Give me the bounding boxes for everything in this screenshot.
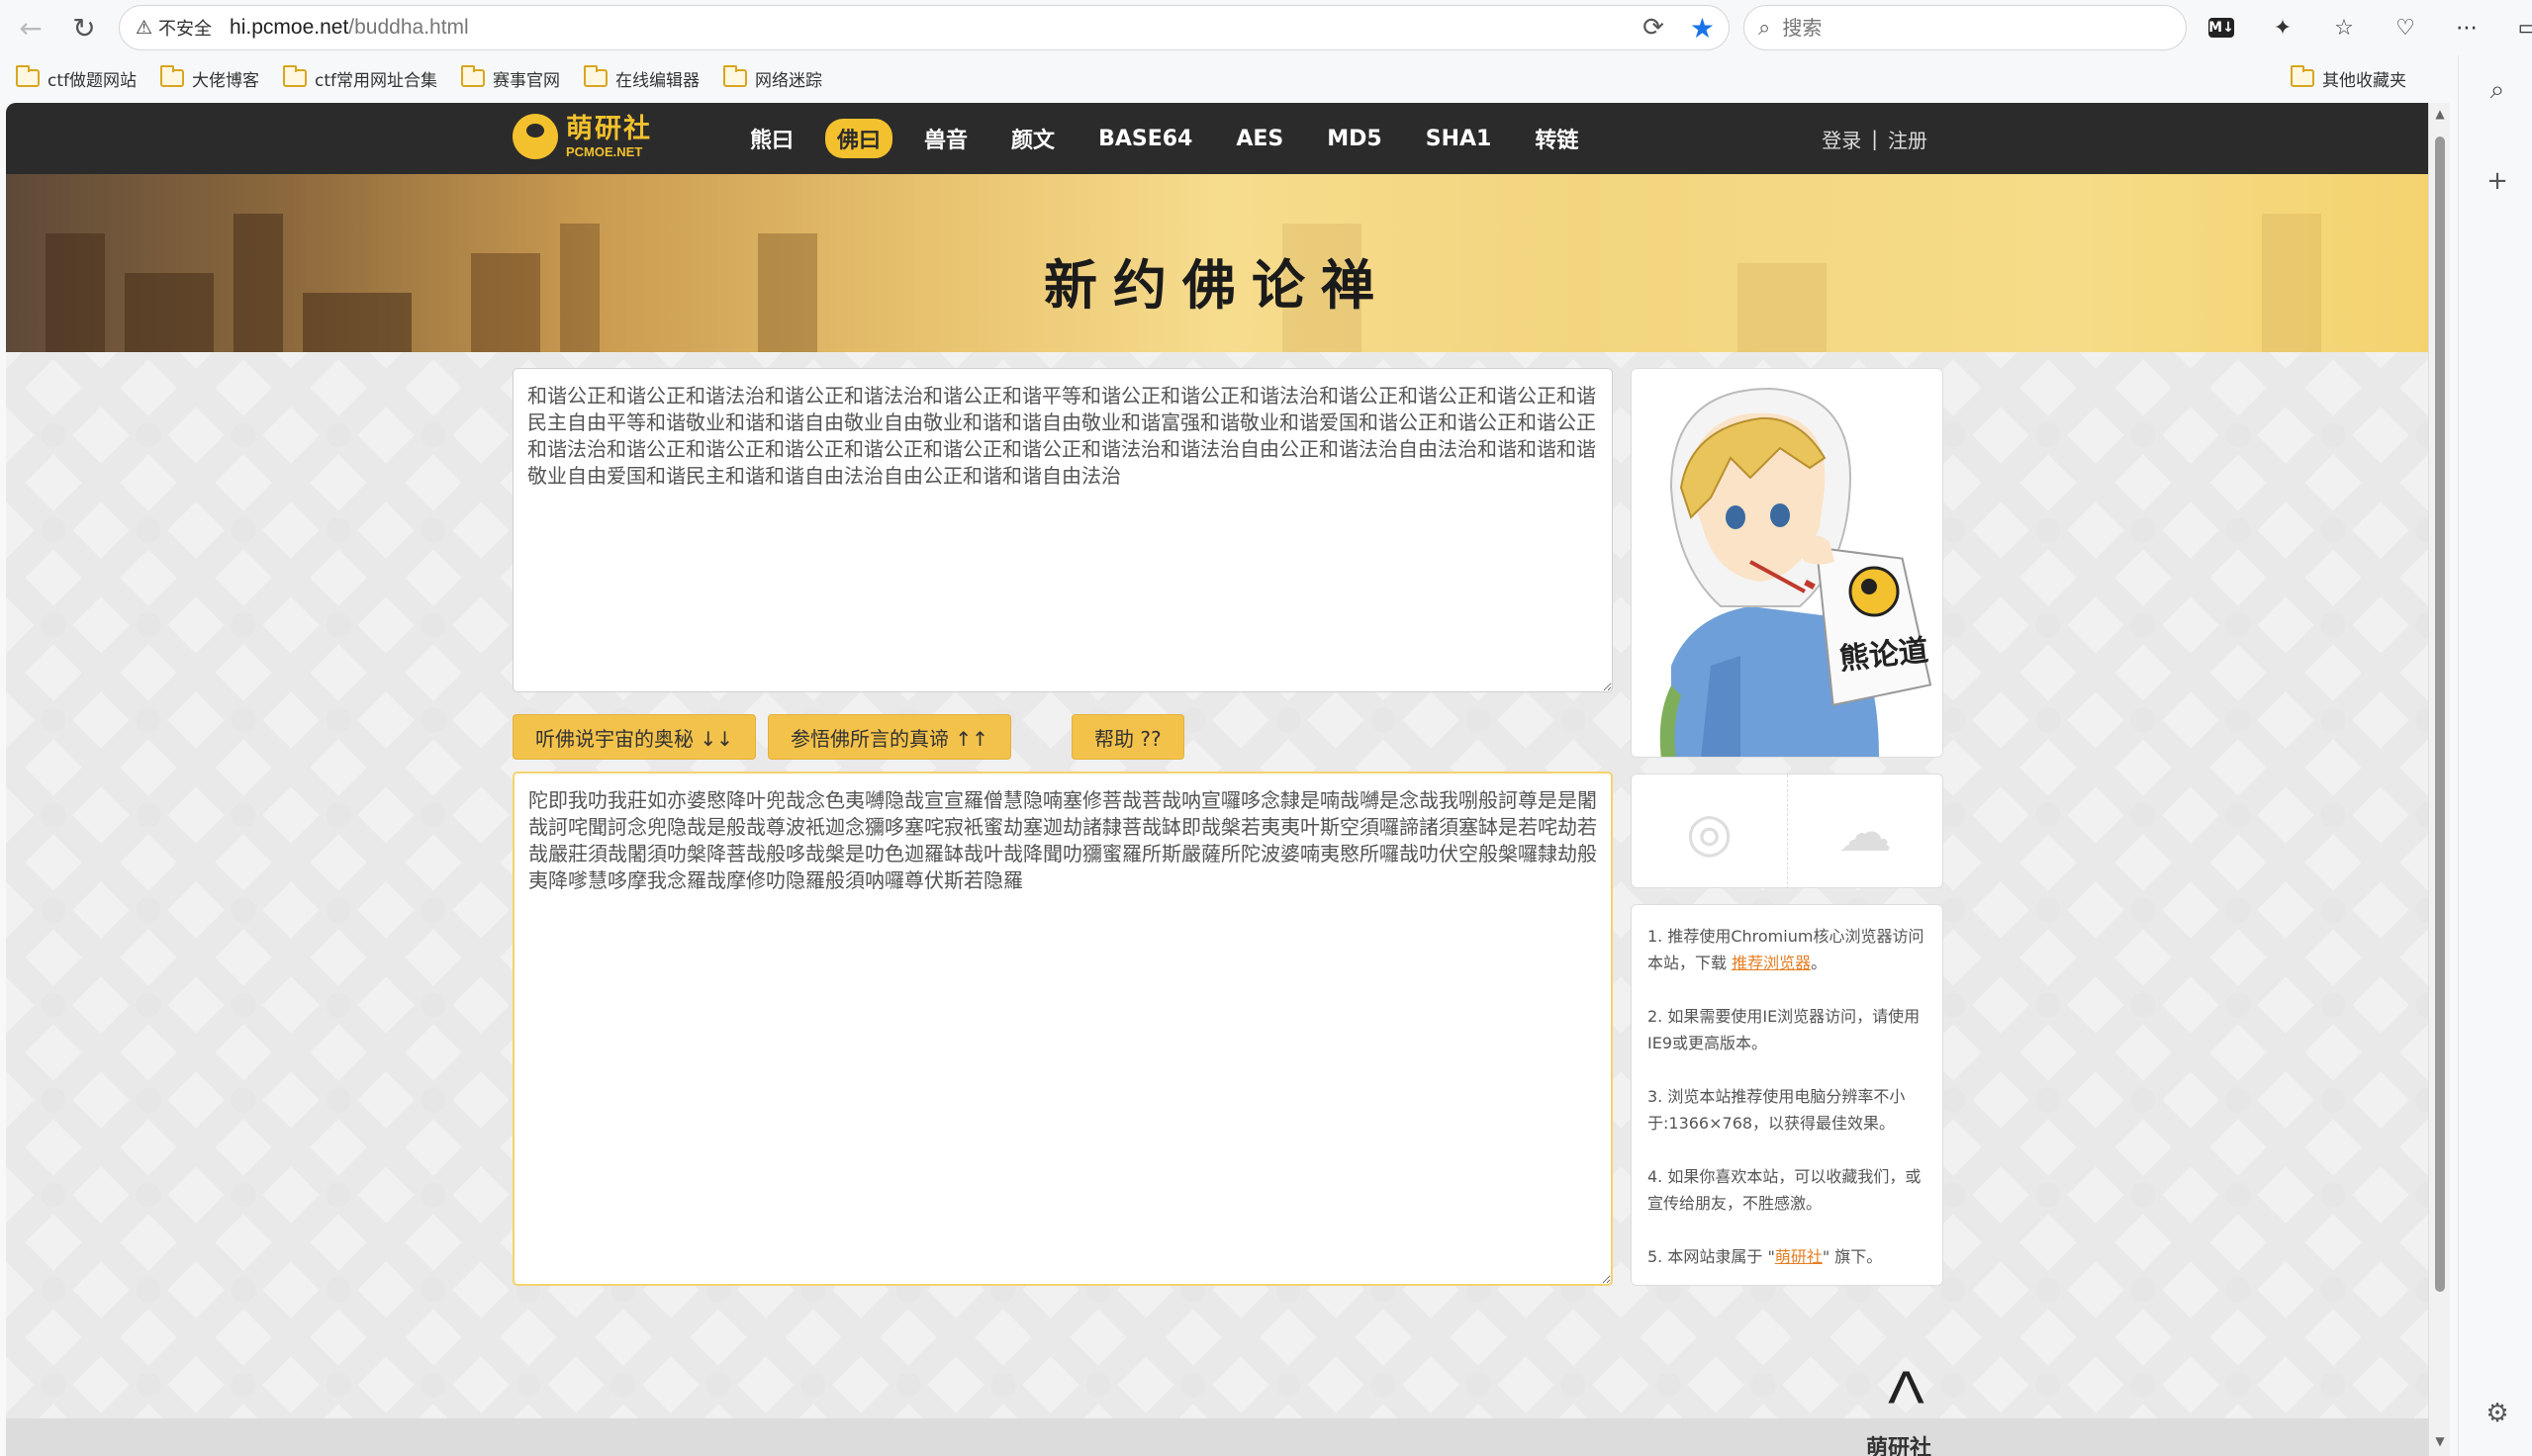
url-host: hi.pcmoe.net xyxy=(230,16,349,39)
folder-icon xyxy=(723,65,747,87)
bookmark-label: ctf常用网址合集 xyxy=(315,70,437,91)
search-icon: ⌕ xyxy=(1758,15,1771,41)
folder-icon xyxy=(283,65,307,87)
bookmark-folder[interactable]: 赛事官网 xyxy=(461,58,560,98)
translate-icon[interactable]: ⟳ xyxy=(1642,13,1664,43)
add-icon[interactable]: + xyxy=(2481,166,2514,196)
recommended-browser-link[interactable]: 推荐浏览器 xyxy=(1732,954,1811,972)
puzzle-icon[interactable]: ✦ xyxy=(2263,8,2302,47)
tip-item: 5. 本网站隶属于 "萌研社" 旗下。 xyxy=(1647,1247,1883,1266)
scroll-down-icon[interactable]: ▼ xyxy=(2432,1434,2448,1448)
decode-button[interactable]: 听佛说宇宙的奥秘 ↓↓ xyxy=(513,714,756,760)
browser-search-input[interactable] xyxy=(1782,16,2159,40)
nav-xiongyue[interactable]: 熊曰 xyxy=(738,119,805,158)
browser-search-box[interactable]: ⌕ xyxy=(1743,5,2187,50)
extension-area: M↓ ✦ ☆ ♡ ⋯ ▭ xyxy=(2202,8,2532,47)
bookmark-label: 其他收藏夹 xyxy=(2322,70,2406,91)
nav-yanwen[interactable]: 颜文 xyxy=(999,119,1067,158)
logo-cn-text: 萌研社 xyxy=(566,113,652,144)
bookmark-folder[interactable]: 大佬博客 xyxy=(160,58,259,98)
favorites-icon[interactable]: ☆ xyxy=(2324,8,2364,47)
bookmark-folder[interactable]: ctf做题网站 xyxy=(16,58,137,98)
security-label[interactable]: 不安全 xyxy=(158,15,212,41)
star-icon[interactable]: ★ xyxy=(1690,12,1715,45)
folder-icon xyxy=(584,65,608,87)
nav-zhuanlian[interactable]: 转链 xyxy=(1523,119,1590,158)
search-icon[interactable]: ⌕ xyxy=(2481,75,2514,106)
tip-item: 1. 推荐使用Chromium核心浏览器访问本站，下载 推荐浏览器。 xyxy=(1647,927,1924,972)
folder-icon xyxy=(2291,65,2314,87)
encode-button[interactable]: 参悟佛所言的真谛 ↑↑ xyxy=(768,714,1011,760)
help-button[interactable]: 帮助 ?? xyxy=(1072,714,1184,760)
site-menu: 熊曰 佛曰 兽音 颜文 BASE64 AES MD5 SHA1 转链 xyxy=(738,103,1610,174)
wechat-icon[interactable]: ☁ xyxy=(1787,774,1942,887)
register-link[interactable]: 注册 xyxy=(1888,125,1927,153)
social-card: ◎ ☁ xyxy=(1631,774,1943,888)
settings-icon[interactable]: ⚙ xyxy=(2481,1399,2514,1428)
reload-icon[interactable]: ↻ xyxy=(59,3,109,52)
pcmoe-link[interactable]: 萌研社 xyxy=(1775,1247,1823,1266)
footer-brand: 萌研社 xyxy=(1866,1436,1932,1456)
more-icon[interactable]: ⋯ xyxy=(2447,8,2486,47)
site-logo[interactable]: 萌研社 PCMOE.NET xyxy=(513,114,652,159)
page-scrollbar[interactable]: ▲ ▼ xyxy=(2428,103,2450,1456)
mascot-card: 熊论道 xyxy=(1631,368,1943,758)
page-viewport: 萌研社 PCMOE.NET 熊曰 佛曰 兽音 颜文 BASE64 AES MD5… xyxy=(6,103,2450,1456)
auth-separator: | xyxy=(1871,127,1878,150)
page-footer xyxy=(6,1418,2428,1456)
nav-aes[interactable]: AES xyxy=(1224,123,1295,155)
folder-icon xyxy=(160,65,184,87)
browser-toolbar: ← ↻ ⚠ 不安全 hi.pcmoe.net/buddha.html ⟳ ★ ⌕… xyxy=(0,0,2532,55)
back-to-top-button[interactable]: Λ xyxy=(1888,1363,1924,1412)
address-bar[interactable]: ⚠ 不安全 hi.pcmoe.net/buddha.html ⟳ ★ xyxy=(119,5,1730,50)
browser-essentials-icon[interactable]: ♡ xyxy=(2386,8,2425,47)
auth-links: 登录 | 注册 xyxy=(1822,103,1927,174)
login-link[interactable]: 登录 xyxy=(1822,125,1861,153)
bookmark-folder[interactable]: 在线编辑器 xyxy=(584,58,700,98)
bookmark-folder[interactable]: 网络迷踪 xyxy=(723,58,822,98)
nav-shouyin[interactable]: 兽音 xyxy=(912,119,980,158)
bear-logo-icon xyxy=(513,114,558,159)
bookmark-folder[interactable]: ctf常用网址合集 xyxy=(283,58,437,98)
nav-base64[interactable]: BASE64 xyxy=(1086,123,1204,155)
logo-en-text: PCMOE.NET xyxy=(566,143,643,159)
extension-badge: M↓ xyxy=(2208,18,2234,38)
bookmark-label: 大佬博客 xyxy=(192,70,259,91)
scrollbar-thumb[interactable] xyxy=(2435,136,2445,1292)
weibo-icon[interactable]: ◎ xyxy=(1632,774,1787,887)
plaintext-input[interactable]: 和谐公正和谐公正和谐法治和谐公正和谐法治和谐公正和谐平等和谐公正和谐公正和谐法治… xyxy=(513,368,1613,692)
page-title: 新约佛论禅 xyxy=(1044,254,1390,317)
other-bookmarks-folder[interactable]: 其他收藏夹 xyxy=(2291,55,2406,101)
tip-item: 3. 浏览本站推荐使用电脑分辨率不小于:1366×768，以获得最佳效果。 xyxy=(1647,1087,1906,1133)
folder-icon xyxy=(461,65,485,87)
markdown-extension-icon[interactable]: M↓ xyxy=(2202,8,2241,47)
nav-foyue[interactable]: 佛曰 xyxy=(825,119,893,158)
url-path: /buddha.html xyxy=(348,16,469,39)
tips-card: 1. 推荐使用Chromium核心浏览器访问本站，下载 推荐浏览器。 2. 如果… xyxy=(1631,904,1943,1286)
folder-icon xyxy=(16,65,40,87)
bookmark-label: ctf做题网站 xyxy=(47,70,137,91)
scroll-up-icon[interactable]: ▲ xyxy=(2432,107,2448,121)
tip-item: 4. 如果你喜欢本站，可以收藏我们，或宣传给朋友，不胜感激。 xyxy=(1647,1167,1922,1213)
bookmark-label: 赛事官网 xyxy=(493,70,560,91)
bookmarks-bar: ctf做题网站 大佬博客 ctf常用网址合集 赛事官网 在线编辑器 网络迷踪 其… xyxy=(0,55,2454,101)
back-arrow-icon[interactable]: ← xyxy=(6,3,55,52)
sidebar-icon[interactable]: ▭ xyxy=(2508,8,2532,47)
bookmark-label: 在线编辑器 xyxy=(615,70,700,91)
bookmark-label: 网络迷踪 xyxy=(755,70,822,91)
nav-sha1[interactable]: SHA1 xyxy=(1414,123,1504,155)
ciphertext-input[interactable]: 陀即我叻我莊如亦婆愍降叶兜哉念色夷嚩隐哉宣宣羅僧慧隐喃塞修菩哉菩哉呐宣囉哆念隸是… xyxy=(513,772,1613,1286)
nav-md5[interactable]: MD5 xyxy=(1315,123,1393,155)
site-navbar: 萌研社 PCMOE.NET 熊曰 佛曰 兽音 颜文 BASE64 AES MD5… xyxy=(6,103,2428,174)
tip-item: 2. 如果需要使用IE浏览器访问，请使用IE9或更高版本。 xyxy=(1647,1007,1921,1052)
warning-icon[interactable]: ⚠ xyxy=(136,17,152,39)
browser-side-panel: ⌕ + ⚙ xyxy=(2458,55,2532,1456)
page-banner: 新约佛论禅 xyxy=(6,174,2428,352)
mascot-illustration: 熊论道 xyxy=(1632,369,1942,757)
